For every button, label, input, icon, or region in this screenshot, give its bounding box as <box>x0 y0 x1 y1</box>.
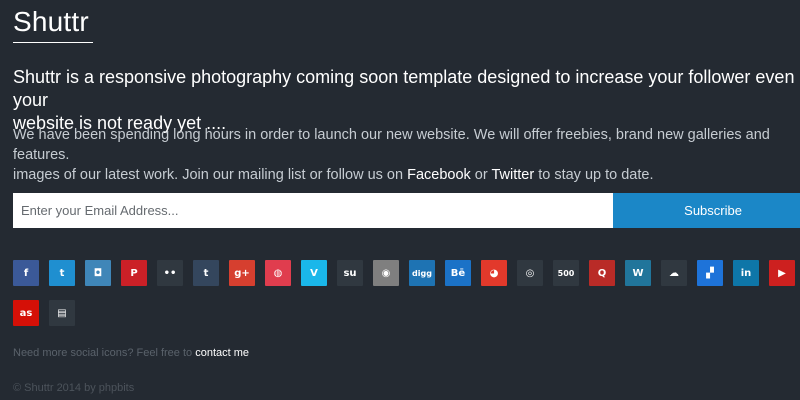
social-icons: f t ◘ P •• t g+ ◍ Vsu ◉ digg Bē ◕ ◎ 500 Q W ☁ ▞ in ▶ as ▤ <box>13 260 800 340</box>
lastfm-icon[interactable]: as <box>13 300 39 326</box>
vimeo-icon[interactable]: V <box>301 260 327 286</box>
pinterest-icon[interactable]: P <box>121 260 147 286</box>
quora-icon[interactable]: Q <box>589 260 615 286</box>
twitter-link[interactable]: Twitter <box>491 167 534 183</box>
intro-line-2-start: images of our latest work. Join our mail… <box>13 167 408 183</box>
google-plus-icon[interactable]: g+ <box>229 260 255 286</box>
site-logo[interactable]: Shuttr <box>13 6 89 38</box>
footer-note-text: Need more social icons? Feel free to <box>13 347 196 359</box>
behance-icon[interactable]: Bē <box>445 260 471 286</box>
facebook-link[interactable]: Facebook <box>407 167 471 183</box>
wordpress-icon[interactable]: W <box>625 260 651 286</box>
flickr-icon[interactable]: •• <box>157 260 183 286</box>
subscribe-button[interactable]: Subscribe <box>613 193 800 228</box>
youtube-icon[interactable]: ▶ <box>769 260 795 286</box>
email-input[interactable] <box>13 193 614 228</box>
facebook-icon[interactable]: f <box>13 260 39 286</box>
intro-line-2-end: to stay up to date. <box>534 167 654 183</box>
forrst-icon[interactable]: ◉ <box>373 260 399 286</box>
logo-underline <box>13 42 93 43</box>
myspace-icon[interactable]: ▤ <box>49 300 75 326</box>
tumblr-icon[interactable]: t <box>193 260 219 286</box>
coming-soon-page: Shuttr Shuttr is a responsive photograph… <box>0 0 800 400</box>
footer-note: Need more social icons? Feel free to con… <box>13 347 249 359</box>
copyright: © Shuttr 2014 by phpbits <box>13 382 135 394</box>
intro-line-1: We have been spending long hours in orde… <box>13 127 770 163</box>
digg-icon[interactable]: digg <box>409 260 435 286</box>
path-icon[interactable]: ◎ <box>517 260 543 286</box>
intro-or: or <box>470 167 492 183</box>
dribbble-icon[interactable]: ◍ <box>265 260 291 286</box>
instagram-icon[interactable]: ◘ <box>85 260 111 286</box>
linkedin-icon[interactable]: in <box>733 260 759 286</box>
contact-link[interactable]: contact me <box>195 347 249 359</box>
500px-icon[interactable]: 500 <box>553 260 579 286</box>
delicious-icon[interactable]: ▞ <box>697 260 723 286</box>
stumbleupon-icon[interactable]: su <box>337 260 363 286</box>
soundcloud-icon[interactable]: ☁ <box>661 260 687 286</box>
twitter-icon[interactable]: t <box>49 260 75 286</box>
intro-text: We have been spending long hours in orde… <box>13 125 800 185</box>
reddit-icon[interactable]: ◕ <box>481 260 507 286</box>
subscribe-form: Subscribe <box>13 193 800 228</box>
